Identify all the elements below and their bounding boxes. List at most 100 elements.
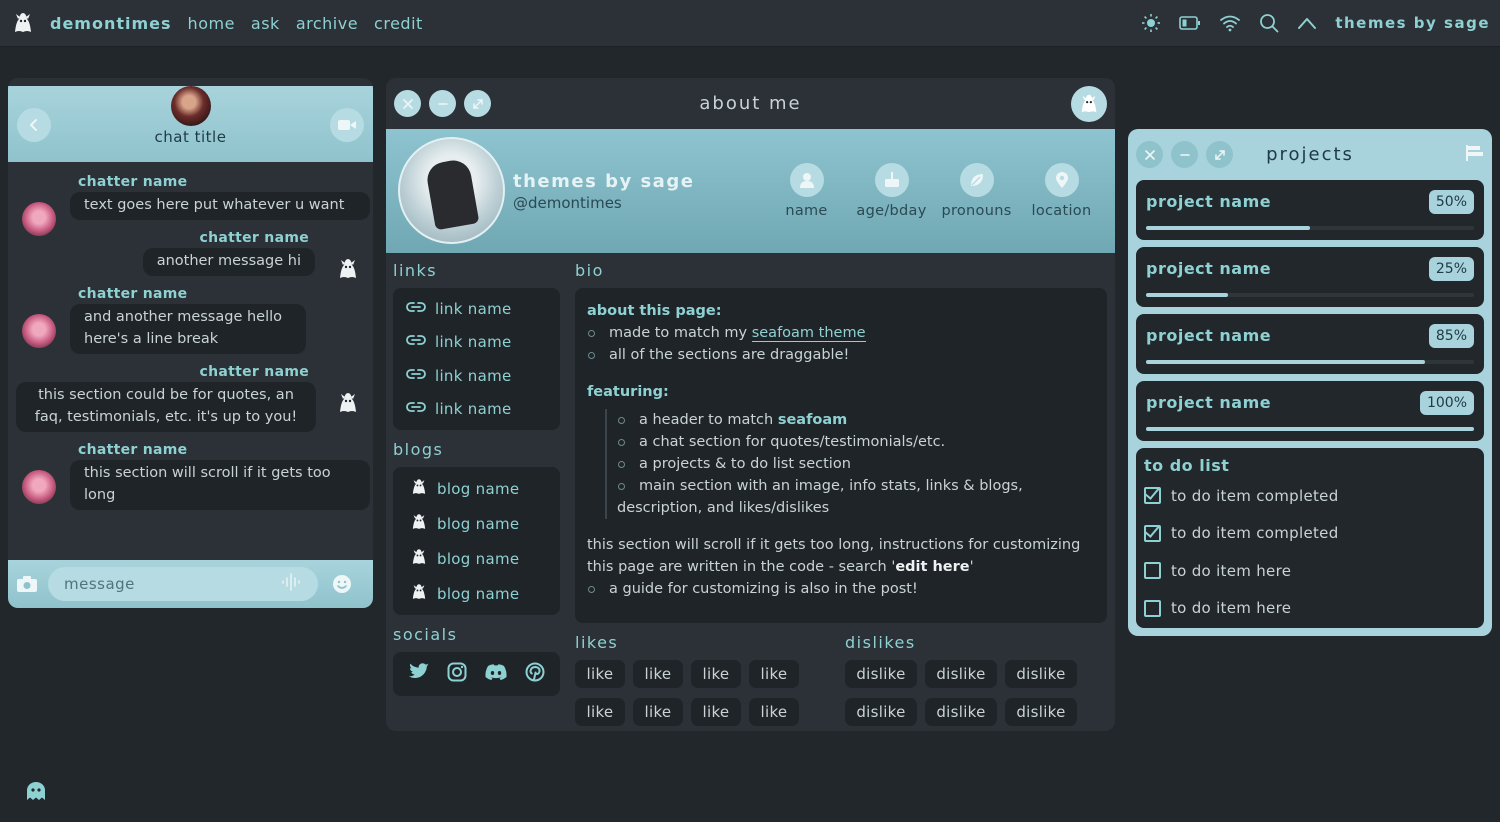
projects-window[interactable]: projects project name 50% project name 2… (1128, 129, 1492, 636)
nav-ask[interactable]: ask (251, 14, 280, 33)
bio-featuring-block: a header to match seafoam a chat section… (605, 409, 1095, 519)
project-percent: 25% (1428, 257, 1474, 281)
link-item[interactable]: link name (405, 292, 548, 326)
blogs-heading: blogs (393, 440, 444, 459)
like-tag[interactable]: like (633, 660, 683, 688)
project-item[interactable]: project name 25% (1136, 247, 1484, 307)
seafoam-theme-link[interactable]: seafoam theme (751, 325, 866, 342)
blog-item[interactable]: blog name (405, 576, 548, 611)
dislike-tag[interactable]: dislike (925, 698, 997, 726)
stat-location[interactable]: location (1026, 163, 1097, 219)
project-percent: 100% (1419, 391, 1474, 415)
video-call-button[interactable] (330, 108, 364, 142)
discord-icon[interactable] (484, 663, 508, 685)
expand-button[interactable] (1206, 141, 1233, 168)
dislike-tag[interactable]: dislike (1005, 660, 1077, 688)
blog-item[interactable]: blog name (405, 471, 548, 506)
projects-window-header[interactable]: projects (1136, 129, 1484, 180)
chatter-name: chatter name (199, 364, 309, 380)
project-item[interactable]: project name 100% (1136, 381, 1484, 441)
blog-item[interactable]: blog name (405, 541, 548, 576)
dislike-tag[interactable]: dislike (1005, 698, 1077, 726)
minimize-button[interactable] (1171, 141, 1198, 168)
like-tag[interactable]: like (575, 660, 625, 688)
bio-about-item: made to match my seafoam theme (587, 322, 1095, 344)
instagram-icon[interactable] (447, 662, 467, 686)
nav-archive[interactable]: archive (296, 14, 358, 33)
theme-author[interactable]: themes by sage (1335, 14, 1490, 32)
socials-heading: socials (393, 625, 458, 644)
search-icon[interactable] (1259, 13, 1279, 33)
message-input[interactable]: message (48, 567, 318, 601)
battery-icon[interactable] (1179, 15, 1201, 31)
dislike-tag[interactable]: dislike (925, 660, 997, 688)
like-tag[interactable]: like (575, 698, 625, 726)
bio-content[interactable]: about this page: made to match my seafoa… (575, 288, 1107, 623)
links-heading: links (393, 261, 438, 280)
back-button[interactable] (17, 108, 51, 142)
message-placeholder: message (64, 575, 135, 593)
site-name[interactable]: demontimes (50, 14, 172, 33)
wifi-icon[interactable] (1219, 14, 1241, 32)
top-bar: demontimes home ask archive credit themes b… (0, 0, 1500, 47)
flag-icon[interactable] (1464, 144, 1484, 166)
checkbox[interactable] (1144, 524, 1161, 542)
like-tag[interactable]: like (691, 660, 741, 688)
dislike-tag[interactable]: dislike (845, 698, 917, 726)
close-button[interactable] (394, 90, 421, 117)
stat-label: name (785, 203, 828, 219)
ghost-icon[interactable] (25, 781, 47, 805)
chat-window[interactable]: chat title chatter name text goes here p… (8, 78, 373, 608)
checkbox[interactable] (1144, 562, 1161, 580)
bio-featuring-heading: featuring: (587, 384, 669, 400)
project-item[interactable]: project name 85% (1136, 314, 1484, 374)
camera-icon[interactable] (16, 575, 38, 593)
chat-messages[interactable]: chatter name text goes here put whatever… (8, 162, 373, 510)
ghost-logo-icon[interactable] (10, 10, 36, 36)
voice-waveform-icon[interactable] (280, 573, 302, 595)
todo-item[interactable]: to do item here (1144, 552, 1476, 590)
twitter-icon[interactable] (408, 662, 430, 686)
checkbox[interactable] (1144, 599, 1161, 617)
progress-fill (1146, 427, 1474, 431)
nav-credit[interactable]: credit (374, 14, 423, 33)
todo-item[interactable]: to do item completed (1144, 515, 1476, 553)
ghost-avatar-icon (335, 256, 361, 286)
expand-button[interactable] (464, 90, 491, 117)
video-camera-icon (338, 120, 356, 130)
info-stats: name age/bday pronouns location (771, 163, 1097, 219)
project-item[interactable]: project name 50% (1136, 180, 1484, 240)
stat-age-bday[interactable]: age/bday (856, 163, 927, 219)
chatter-name: chatter name (199, 230, 309, 246)
like-tag[interactable]: like (749, 698, 799, 726)
dislike-tag[interactable]: dislike (845, 660, 917, 688)
pinterest-icon[interactable] (525, 662, 545, 686)
minimize-button[interactable] (429, 90, 456, 117)
link-item[interactable]: link name (405, 326, 548, 360)
todo-item[interactable]: to do item completed (1144, 477, 1476, 515)
chevron-up-icon[interactable] (1297, 16, 1317, 30)
link-item[interactable]: link name (405, 359, 548, 393)
checkbox[interactable] (1144, 487, 1161, 505)
stat-pronouns[interactable]: pronouns (941, 163, 1012, 219)
emoji-icon[interactable] (332, 574, 352, 594)
stat-name[interactable]: name (771, 163, 842, 219)
about-me-window[interactable]: about me themes by sage @demontimes name… (386, 78, 1115, 731)
stat-label: pronouns (941, 203, 1012, 219)
link-label: link name (435, 366, 512, 385)
todo-item[interactable]: to do item here (1144, 590, 1476, 628)
link-item[interactable]: link name (405, 393, 548, 427)
like-tag[interactable]: like (749, 660, 799, 688)
dislikes-section: dislikes dislike dislike dislike dislike di… (845, 633, 1095, 726)
likes-heading: likes (575, 633, 619, 652)
todo-label: to do item here (1171, 599, 1292, 618)
ghost-avatar-icon[interactable] (1071, 85, 1107, 122)
chat-header[interactable]: chat title (8, 86, 373, 162)
like-tag[interactable]: like (691, 698, 741, 726)
sun-icon[interactable] (1141, 13, 1161, 33)
close-button[interactable] (1136, 141, 1163, 168)
about-window-header[interactable]: about me (386, 78, 1115, 129)
like-tag[interactable]: like (633, 698, 683, 726)
nav-home[interactable]: home (188, 14, 235, 33)
blog-item[interactable]: blog name (405, 506, 548, 541)
